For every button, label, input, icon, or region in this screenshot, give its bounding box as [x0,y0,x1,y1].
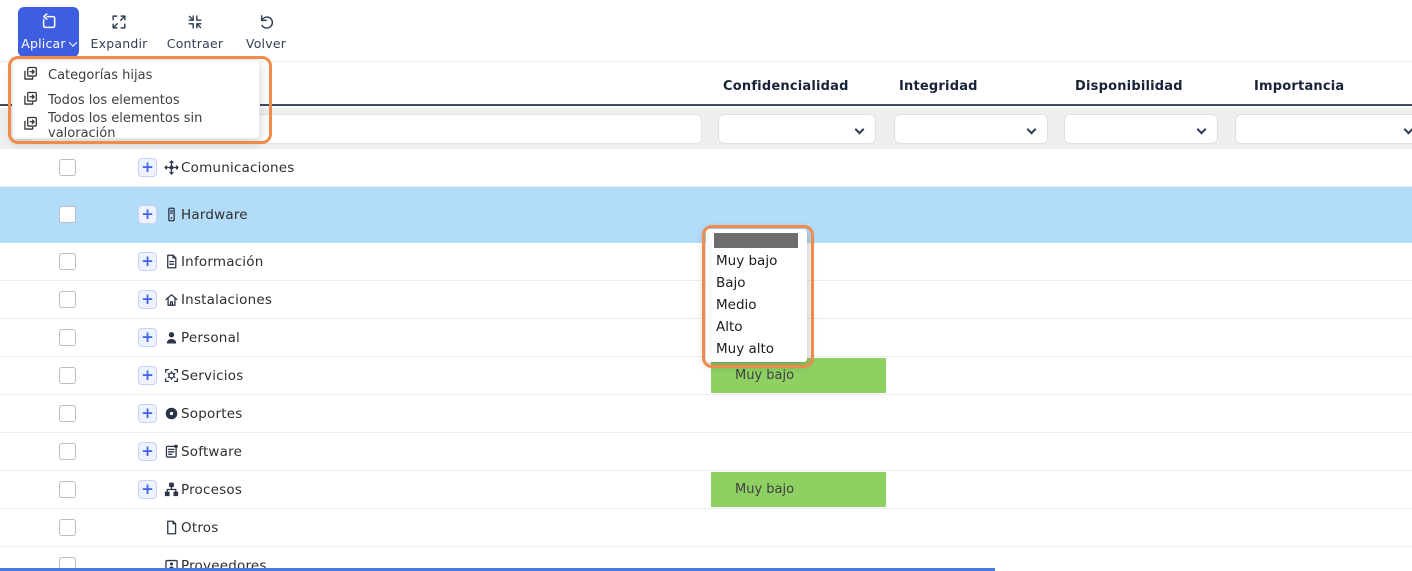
toolbar: Aplicar Expandir [0,0,1412,62]
apply-icon [40,13,58,31]
expand-plus-button[interactable]: + [138,366,157,385]
disc-icon [164,406,179,421]
apply-to-icon [23,116,38,135]
contract-button-label: Contraer [167,36,223,51]
column-header-importancia: Importancia [1254,79,1344,94]
row-checkbox[interactable] [59,159,76,176]
table-row-servicios[interactable]: + Servicios Muy bajo [0,357,1412,395]
expand-plus-button[interactable]: + [138,442,157,461]
expand-plus-button[interactable]: + [138,290,157,309]
value-option-bajo[interactable]: Bajo [706,272,807,294]
value-option-muy-alto[interactable]: Muy alto [706,338,807,360]
menu-item-label: Todos los elementos sin valoración [48,111,259,141]
confidencialidad-filter-select[interactable] [718,114,876,144]
menu-item-todos-los-elementos[interactable]: Todos los elementos [13,88,259,113]
expand-plus-button[interactable]: + [138,328,157,347]
table-row-software[interactable]: + Software [0,433,1412,471]
chevron-down-icon [1404,125,1412,135]
contract-button[interactable]: Contraer [160,7,230,57]
expand-icon [110,13,128,31]
back-button-label: Volver [246,36,286,51]
expand-button-label: Expandir [91,36,148,51]
importancia-filter-select[interactable] [1235,114,1412,144]
disponibilidad-filter-select[interactable] [1064,114,1218,144]
expand-plus-button[interactable]: + [138,158,157,177]
column-header-integridad: Integridad [899,79,978,94]
integridad-filter-select[interactable] [894,114,1048,144]
apply-dropdown-menu: Categorías hijas Todos los elementos T [12,59,260,139]
row-checkbox[interactable] [59,519,76,536]
row-label: Hardware [181,207,248,223]
network-icon [164,160,179,175]
row-label: Otros [181,520,218,536]
expand-button[interactable]: Expandir [88,7,150,57]
column-header-confidencialidad: Confidencialidad [723,79,849,94]
home-icon [164,292,179,307]
file-icon [164,520,179,535]
row-checkbox[interactable] [59,329,76,346]
table-row-soportes[interactable]: + Soportes [0,395,1412,433]
row-checkbox[interactable] [59,291,76,308]
back-button[interactable]: Volver [240,7,292,57]
undo-icon [257,13,275,31]
menu-item-categorias-hijas[interactable]: Categorías hijas [13,63,259,88]
apply-to-icon [23,66,38,85]
apply-to-icon [23,91,38,110]
row-label: Soportes [181,406,242,422]
chevron-down-icon [1197,125,1207,135]
expand-plus-button[interactable]: + [138,480,157,499]
confidencialidad-value-cell[interactable]: Muy bajo [711,358,886,393]
software-icon [164,444,179,459]
expand-plus-button[interactable]: + [138,205,157,224]
row-label: Servicios [181,368,243,384]
chevron-down-icon [69,38,77,46]
chevron-down-icon [855,125,865,135]
confidencialidad-value-cell[interactable]: Muy bajo [711,472,886,507]
apply-button[interactable]: Aplicar [18,7,79,57]
value-option-medio[interactable]: Medio [706,294,807,316]
column-header-disponibilidad: Disponibilidad [1075,79,1183,94]
value-dropdown-list: Muy bajo Bajo Medio Alto Muy alto [706,229,807,362]
row-checkbox[interactable] [59,443,76,460]
table-row-otros[interactable]: Otros [0,509,1412,547]
value-option-alto[interactable]: Alto [706,316,807,338]
server-icon [164,207,179,222]
row-checkbox[interactable] [59,206,76,223]
row-checkbox[interactable] [59,405,76,422]
gear-icon [164,368,179,383]
row-checkbox[interactable] [59,253,76,270]
apply-button-label: Aplicar [21,36,66,51]
row-checkbox[interactable] [59,481,76,498]
value-option-empty-selected[interactable] [714,233,798,248]
menu-item-todos-sin-valoracion[interactable]: Todos los elementos sin valoración [13,113,259,138]
table-row-comunicaciones[interactable]: + Comunicaciones [0,149,1412,187]
contract-icon [186,13,204,31]
expand-plus-button[interactable]: + [138,404,157,423]
row-label: Procesos [181,482,242,498]
table-row-procesos[interactable]: + Procesos Muy bajo [0,471,1412,509]
chevron-down-icon [1027,125,1037,135]
person-icon [164,330,179,345]
row-label: Comunicaciones [181,160,295,176]
document-icon [164,254,179,269]
sitemap-icon [164,482,179,497]
row-label: Personal [181,330,240,346]
expand-plus-button[interactable]: + [138,252,157,271]
row-label: Información [181,254,263,270]
menu-item-label: Categorías hijas [48,68,152,83]
menu-item-label: Todos los elementos [48,93,180,108]
row-checkbox[interactable] [59,367,76,384]
row-label: Instalaciones [181,292,272,308]
risk-valuation-screen: Aplicar Expandir [0,0,1412,571]
row-label: Software [181,444,242,460]
value-option-muy-bajo[interactable]: Muy bajo [706,250,807,272]
